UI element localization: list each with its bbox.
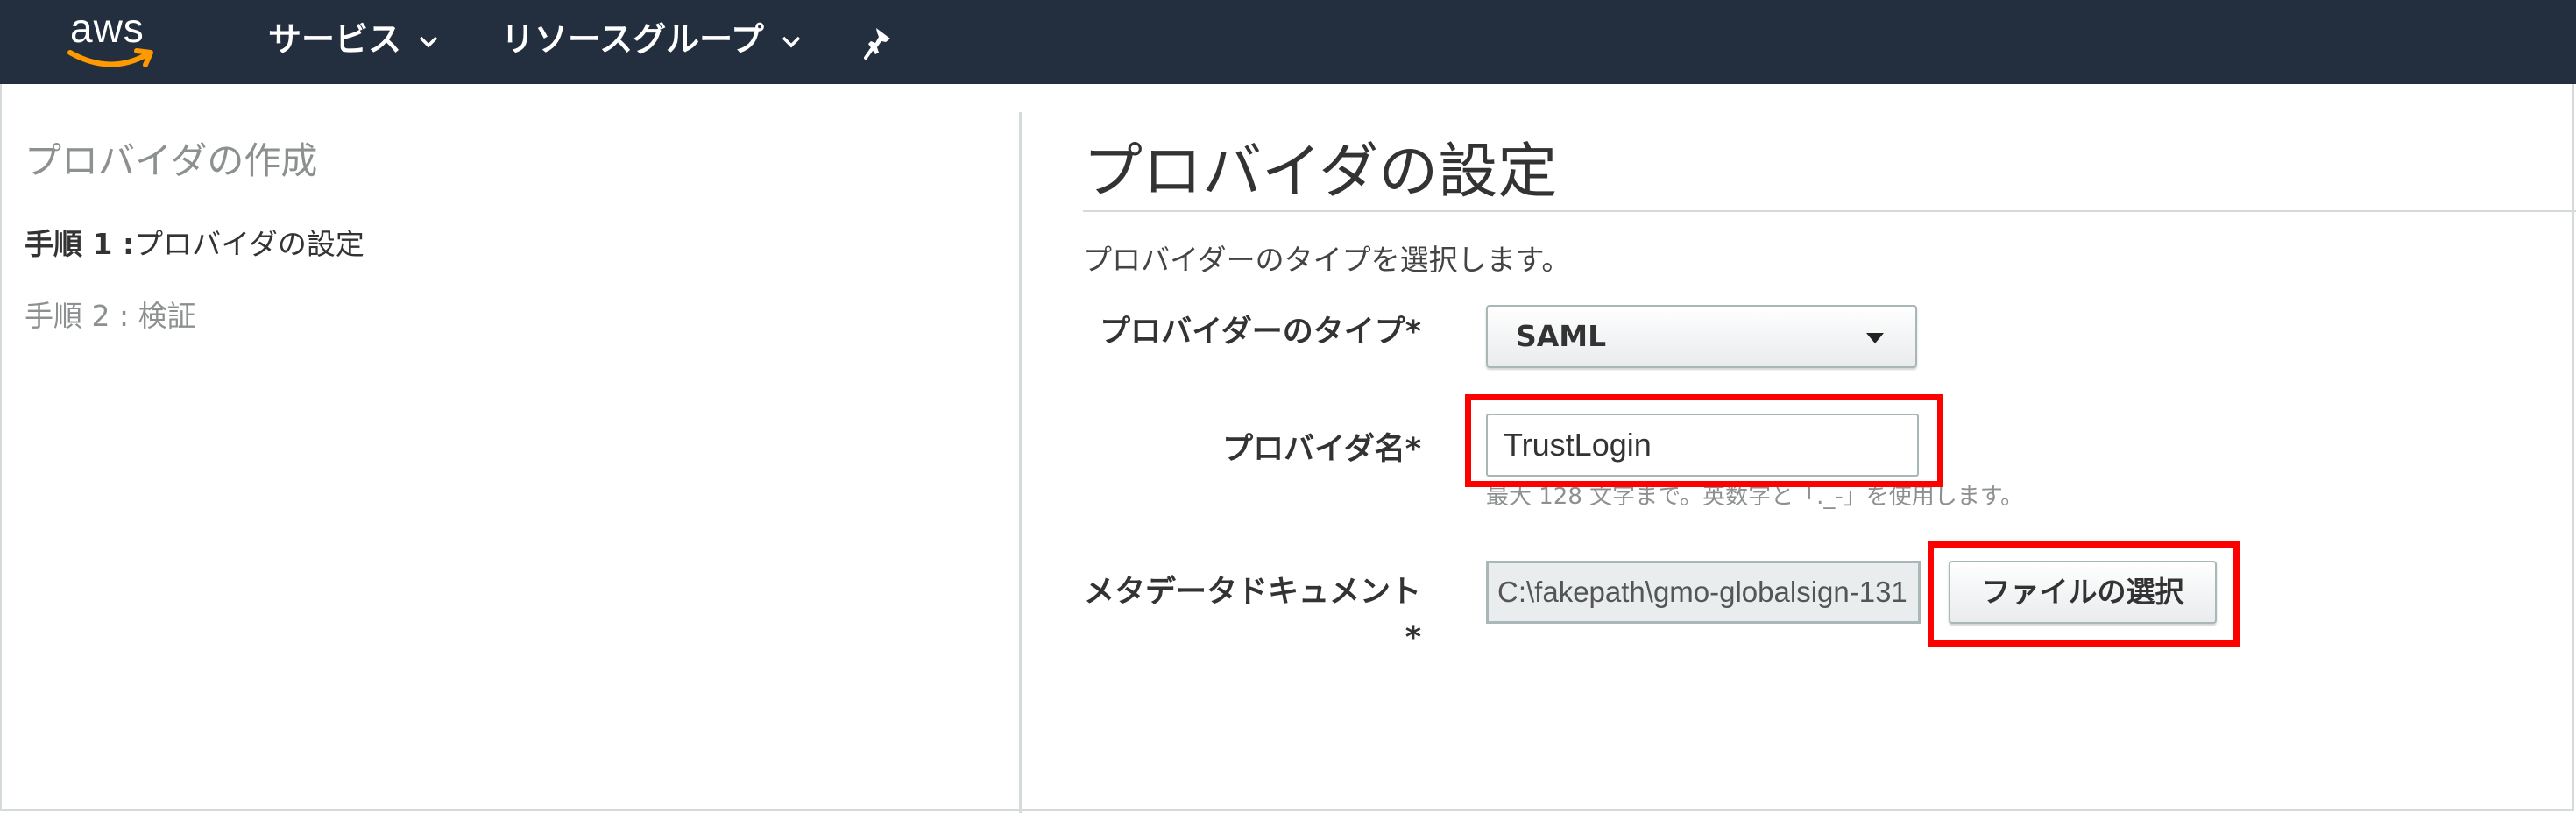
metadata-document-label: メタデータドキュメント * bbox=[1084, 569, 1421, 661]
step-2: 手順 2 : 検証 bbox=[25, 299, 196, 333]
step-1-prefix: 手順 1 : bbox=[25, 227, 135, 261]
column-divider bbox=[1019, 112, 1022, 813]
provider-type-label: プロバイダーのタイプ* bbox=[1100, 315, 1421, 350]
highlight-provider-name bbox=[1465, 394, 1943, 487]
nav-resource-groups-menu[interactable]: リソースグループ bbox=[501, 18, 801, 61]
chevron-down-icon bbox=[782, 36, 801, 47]
nav-resource-groups-label: リソースグループ bbox=[501, 20, 764, 59]
page-title: プロバイダの設定 bbox=[1083, 138, 1558, 207]
sidebar-title: プロバイダの作成 bbox=[25, 139, 318, 182]
step-1-current: 手順 1 :プロバイダの設定 bbox=[25, 221, 364, 263]
highlight-choose-file bbox=[1928, 541, 2240, 647]
metadata-file-path: C:\fakepath\gmo-globalsign-131 bbox=[1486, 561, 1921, 624]
pin-icon[interactable] bbox=[864, 26, 895, 61]
step-1-label: プロバイダの設定 bbox=[134, 227, 364, 261]
provider-name-label: プロバイダ名* bbox=[1222, 432, 1421, 467]
metadata-required-mark: * bbox=[1405, 620, 1421, 655]
aws-logo-text: aws bbox=[70, 5, 145, 51]
provider-type-select[interactable]: SAML bbox=[1486, 305, 1917, 368]
title-divider bbox=[1083, 210, 2576, 212]
nav-services-label: サービス bbox=[268, 20, 402, 59]
aws-logo[interactable]: aws bbox=[67, 7, 163, 77]
chevron-down-icon bbox=[419, 36, 438, 47]
form-description: プロバイダーのタイプを選択します。 bbox=[1083, 243, 1571, 277]
top-navigation-bar: aws サービス リソースグループ bbox=[0, 0, 2576, 84]
provider-type-value: SAML bbox=[1516, 319, 1607, 353]
nav-services-menu[interactable]: サービス bbox=[268, 18, 438, 61]
metadata-document-label-text: メタデータドキュメント bbox=[1083, 575, 1421, 610]
dropdown-arrow-icon bbox=[1866, 333, 1884, 343]
aws-smile-icon bbox=[67, 48, 153, 67]
